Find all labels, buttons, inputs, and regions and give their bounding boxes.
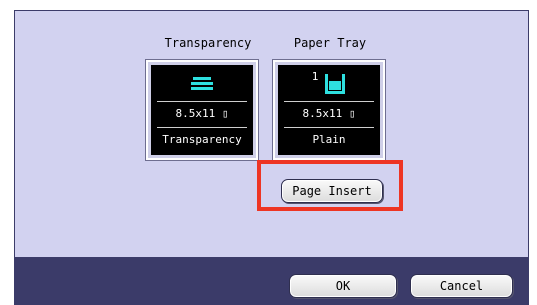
tray-paper-size: 8.5x11 ▯ [175, 107, 229, 120]
transparency-tray-tile[interactable]: 8.5x11 ▯ Transparency [145, 59, 259, 161]
tray-paper-type: Plain [312, 133, 346, 146]
tray-caption-paper-tray: Paper Tray [293, 36, 367, 50]
ok-button[interactable]: OK [289, 274, 397, 298]
cancel-button[interactable]: Cancel [410, 274, 513, 298]
tray-tile-display: 1 8.5x11 ▯ Plain [278, 65, 380, 155]
tray-paper-type: Transparency [162, 133, 242, 146]
page-insert-button[interactable]: Page Insert [281, 179, 383, 203]
tray-paper-size: 8.5x11 ▯ [302, 107, 356, 120]
tray-number: 1 [311, 69, 319, 83]
tray-tile-display: 8.5x11 ▯ Transparency [151, 65, 253, 155]
tray-caption-transparency: Transparency [164, 36, 252, 50]
paper-tray-tile[interactable]: 1 8.5x11 ▯ Plain [272, 59, 386, 161]
paper-stack-icon [151, 71, 253, 97]
paper-tray-icon: 1 [278, 69, 380, 97]
